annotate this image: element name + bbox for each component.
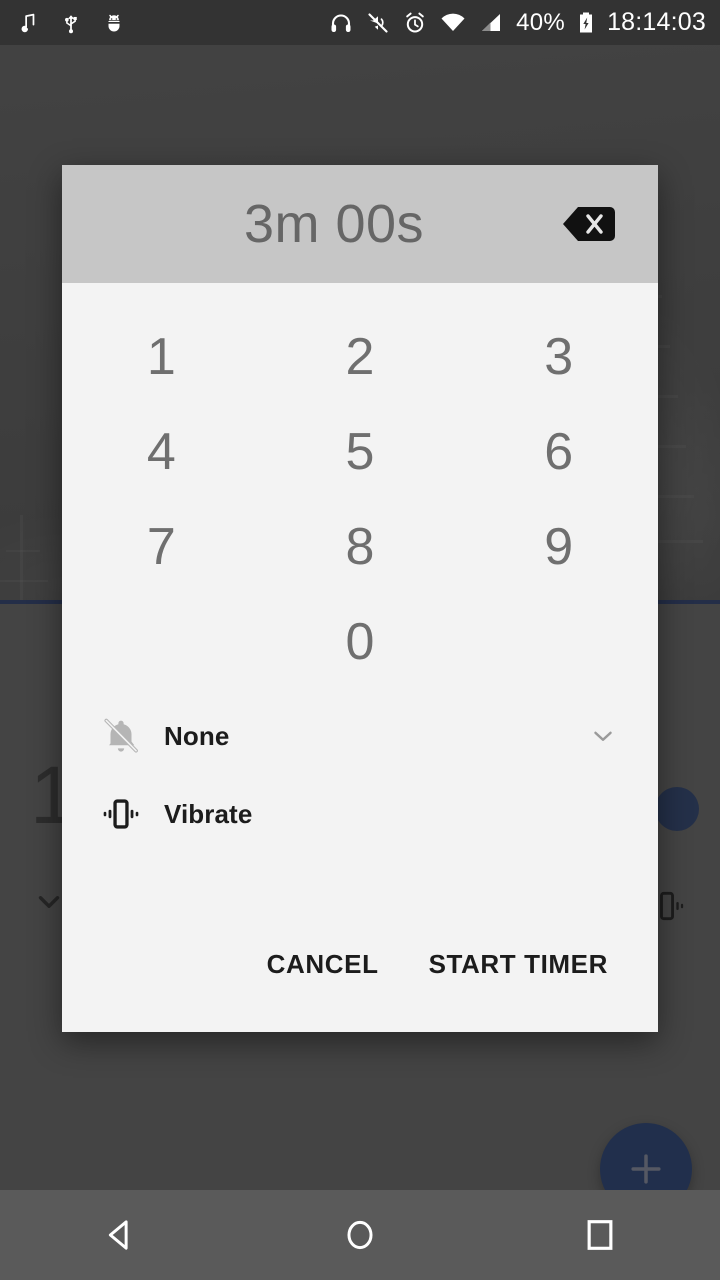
key-6[interactable]: 6 (459, 404, 658, 499)
signal-icon (479, 11, 503, 35)
dialog-action-buttons: CANCEL START TIMER (62, 939, 658, 1032)
back-triangle-icon[interactable] (60, 1190, 180, 1280)
alarm-icon (403, 11, 427, 35)
cancel-button[interactable]: CANCEL (263, 939, 383, 990)
start-timer-button[interactable]: START TIMER (425, 939, 612, 990)
android-bug-icon (102, 11, 126, 35)
key-8[interactable]: 8 (261, 499, 460, 594)
battery-charging-icon (578, 11, 594, 35)
android-screen: 1 (0, 0, 720, 1280)
status-bar: 40% 18:14:03 (0, 0, 720, 45)
timer-options: None Vibrate (62, 689, 658, 853)
key-blank-left (62, 594, 261, 689)
usb-icon (60, 11, 82, 35)
ringtone-option-label: None (164, 720, 230, 751)
battery-percent-label: 40% (516, 8, 566, 36)
keypad-row: 1 2 3 (62, 309, 658, 404)
vibrate-option-row[interactable]: Vibrate (62, 775, 658, 853)
keypad-row: 7 8 9 (62, 499, 658, 594)
key-1[interactable]: 1 (62, 309, 261, 404)
ringtone-option-row[interactable]: None (62, 697, 658, 775)
key-9[interactable]: 9 (459, 499, 658, 594)
key-0[interactable]: 0 (261, 594, 460, 689)
numeric-keypad: 1 2 3 4 5 6 7 8 9 0 (62, 283, 658, 689)
keypad-row: 4 5 6 (62, 404, 658, 499)
android-nav-bar (0, 1190, 720, 1280)
status-bar-clock: 18:14:03 (607, 8, 706, 36)
music-note-icon (18, 11, 40, 35)
set-timer-dialog: 3m 00s 1 2 3 4 5 6 7 8 9 0 None Vibrate … (62, 165, 658, 1032)
bell-off-icon (100, 715, 164, 757)
key-2[interactable]: 2 (261, 309, 460, 404)
key-4[interactable]: 4 (62, 404, 261, 499)
chevron-down-icon[interactable] (586, 719, 620, 753)
vibrate-option-label: Vibrate (164, 798, 253, 829)
backspace-icon[interactable] (558, 202, 620, 246)
home-circle-icon[interactable] (300, 1190, 420, 1280)
key-3[interactable]: 3 (459, 309, 658, 404)
status-bar-left-icons (18, 11, 126, 35)
key-7[interactable]: 7 (62, 499, 261, 594)
keypad-row: 0 (62, 594, 658, 689)
status-bar-right-icons: 40% 18:14:03 (329, 10, 706, 35)
recents-square-icon[interactable] (540, 1190, 660, 1280)
vibrate-icon (100, 793, 164, 835)
timer-display-header: 3m 00s (62, 165, 658, 283)
headphones-icon (329, 11, 353, 35)
key-5[interactable]: 5 (261, 404, 460, 499)
wifi-icon (440, 11, 466, 35)
timer-value-display: 3m 00s (243, 194, 425, 254)
mute-icon (366, 11, 390, 35)
key-blank-right (459, 594, 658, 689)
